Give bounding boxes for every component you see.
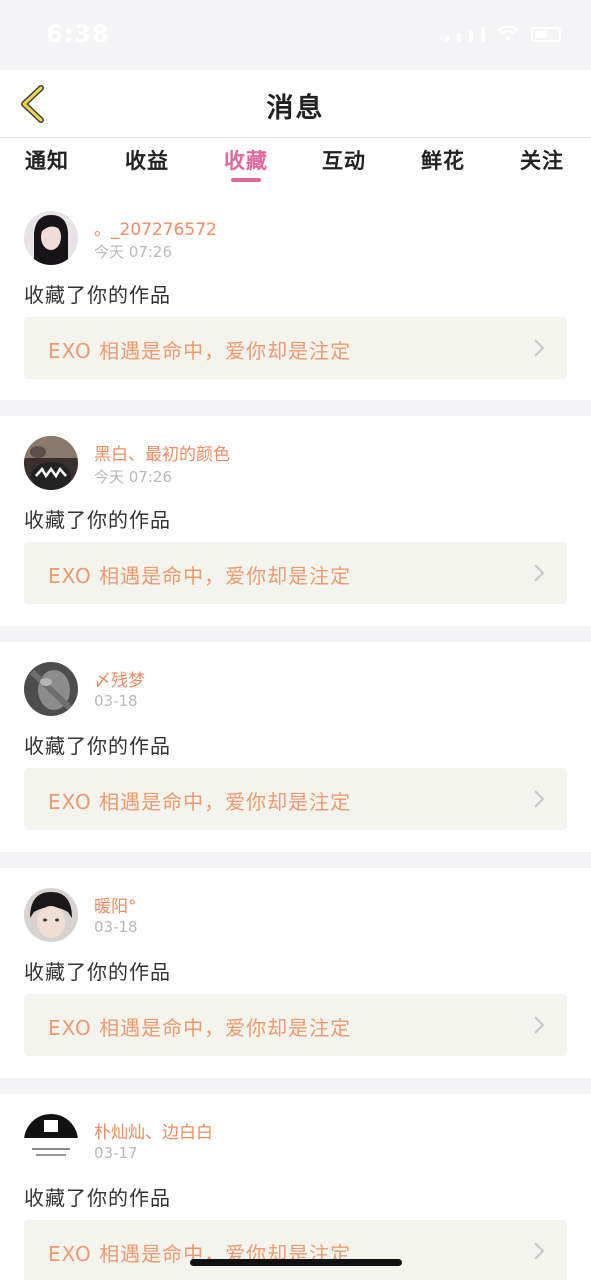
username[interactable]: 黑白、最初的颜色: [94, 440, 230, 465]
separator: [0, 1078, 591, 1094]
timestamp: 03-18: [94, 692, 138, 710]
work-title: EXO 相遇是命中，爱你却是注定: [48, 564, 352, 588]
username[interactable]: 。_207276572: [94, 215, 217, 240]
message-card: 〆残梦 03-18 收藏了你的作品 EXO 相遇是命中，爱你却是注定: [0, 642, 591, 852]
work-link[interactable]: EXO 相遇是命中，爱你却是注定: [24, 1220, 567, 1280]
separator: [0, 852, 591, 868]
avatar[interactable]: [24, 662, 78, 716]
signal-bar: [481, 27, 485, 42]
message-card: 朴灿灿、边白白 03-17 收藏了你的作品 EXO 相遇是命中，爱你却是注定: [0, 1094, 591, 1280]
nav-bar: 消息: [0, 70, 591, 138]
avatar[interactable]: [24, 1114, 78, 1168]
home-indicator: [190, 1259, 402, 1266]
page-title: 消息: [266, 93, 325, 124]
action-text: 收藏了你的作品: [24, 508, 171, 532]
action-text: 收藏了你的作品: [24, 283, 171, 307]
tab-notice[interactable]: 通知: [17, 145, 77, 175]
action-text: 收藏了你的作品: [24, 960, 171, 984]
action-text: 收藏了你的作品: [24, 734, 171, 758]
avatar-image: [24, 662, 78, 716]
work-link[interactable]: EXO 相遇是命中，爱你却是注定: [24, 768, 567, 830]
active-tab-indicator: [231, 178, 261, 182]
separator: [0, 626, 591, 642]
work-title: EXO 相遇是命中，爱你却是注定: [48, 339, 352, 363]
avatar-image: [24, 436, 78, 490]
message-card: 暖阳° 03-18 收藏了你的作品 EXO 相遇是命中，爱你却是注定: [0, 868, 591, 1078]
timestamp: 03-17: [94, 1144, 138, 1162]
tab-flowers[interactable]: 鲜花: [413, 145, 473, 175]
tab-earnings[interactable]: 收益: [117, 145, 177, 175]
signal-bar: [469, 30, 473, 42]
signal-bar: [457, 33, 461, 42]
tab-following[interactable]: 关注: [512, 145, 572, 175]
message-card: 黑白、最初的颜色 今天 07:26 收藏了你的作品 EXO 相遇是命中，爱你却是…: [0, 416, 591, 626]
status-icons: [445, 26, 561, 42]
battery-icon: [531, 27, 561, 42]
timestamp: 03-18: [94, 918, 138, 936]
avatar[interactable]: [24, 888, 78, 942]
username[interactable]: 〆残梦: [94, 666, 145, 691]
avatar[interactable]: [24, 211, 78, 265]
chevron-right-icon: [534, 1242, 545, 1260]
avatar[interactable]: [24, 436, 78, 490]
tab-interactions[interactable]: 互动: [314, 145, 374, 175]
work-title: EXO 相遇是命中，爱你却是注定: [48, 790, 352, 814]
chevron-right-icon: [534, 564, 545, 582]
status-bar: 6:38: [0, 0, 591, 70]
avatar-image: [24, 211, 78, 265]
chevron-right-icon: [534, 790, 545, 808]
timestamp: 今天 07:26: [94, 243, 172, 261]
avatar-image: [24, 1114, 78, 1168]
wifi-icon: [497, 26, 519, 41]
timestamp: 今天 07:26: [94, 468, 172, 486]
tab-favorites[interactable]: 收藏: [216, 145, 276, 175]
username[interactable]: 暖阳°: [94, 892, 137, 917]
separator: [0, 400, 591, 416]
avatar-image: [24, 888, 78, 942]
work-link[interactable]: EXO 相遇是命中，爱你却是注定: [24, 542, 567, 604]
tab-bar: 通知 收益 收藏 互动 鲜花 关注: [0, 139, 591, 191]
chevron-right-icon: [534, 1016, 545, 1034]
page: 6:38 消息 通知 收益 收藏 互动 鲜花 关注 。_207276572 今天…: [0, 0, 591, 1280]
signal-icon: [445, 36, 449, 42]
work-link[interactable]: EXO 相遇是命中，爱你却是注定: [24, 994, 567, 1056]
work-title: EXO 相遇是命中，爱你却是注定: [48, 1016, 352, 1040]
message-card: 。_207276572 今天 07:26 收藏了你的作品 EXO 相遇是命中，爱…: [0, 191, 591, 401]
username[interactable]: 朴灿灿、边白白: [94, 1118, 213, 1143]
work-link[interactable]: EXO 相遇是命中，爱你却是注定: [24, 317, 567, 379]
chevron-right-icon: [534, 339, 545, 357]
status-time: 6:38: [46, 20, 110, 48]
action-text: 收藏了你的作品: [24, 1186, 171, 1210]
